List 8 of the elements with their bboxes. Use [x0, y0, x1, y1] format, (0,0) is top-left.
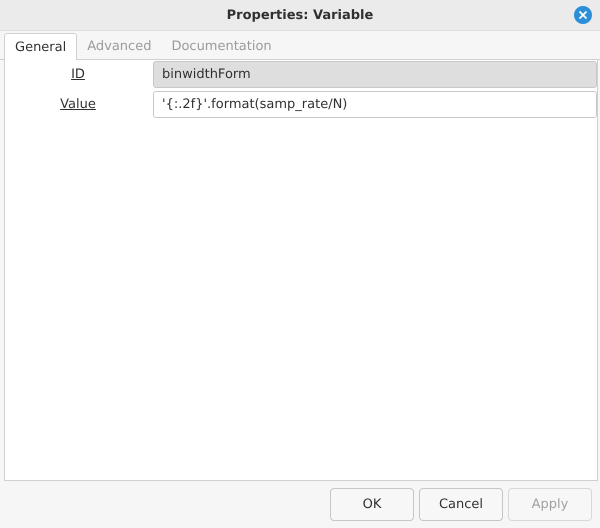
tab[interactable]: General	[4, 33, 78, 60]
close-icon[interactable]	[574, 6, 592, 24]
dialog-button[interactable]: OK	[330, 488, 414, 521]
dialog-button[interactable]: Cancel	[419, 488, 503, 521]
window-title: Properties: Variable	[226, 8, 374, 22]
field-label: ID	[70, 67, 86, 82]
field-label: Value	[59, 97, 97, 112]
input-field[interactable]: '{:.2f}'.format(samp_rate/N)	[153, 91, 597, 118]
